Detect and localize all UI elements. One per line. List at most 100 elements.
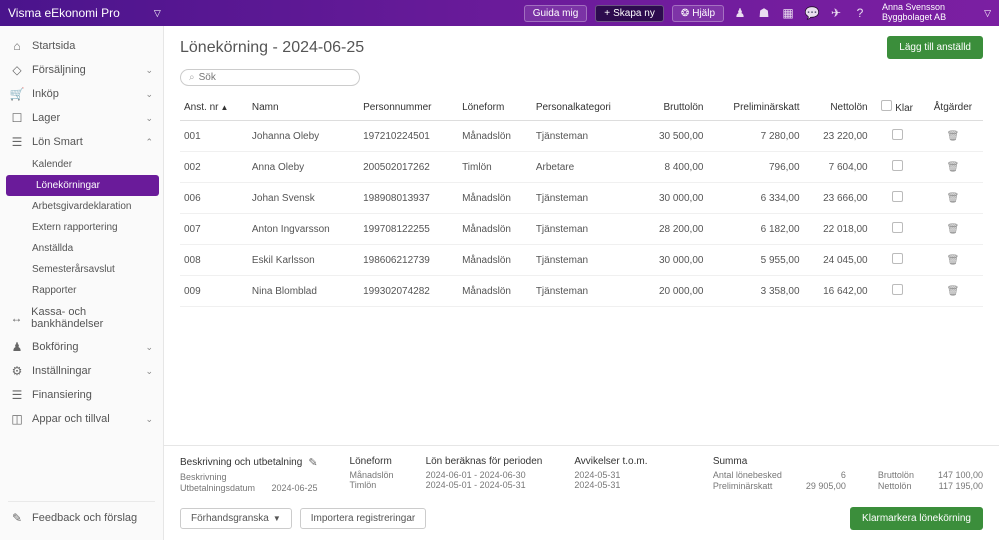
sidebar-sub-lonekorningar[interactable]: Lönekörningar [6,175,159,196]
trash-icon[interactable]: 🗑 [947,193,960,204]
user-block[interactable]: Anna Svensson Byggbolaget AB [876,3,946,23]
col-namn[interactable]: Namn [248,94,359,121]
add-employee-button[interactable]: Lägg till anställd [887,36,983,59]
col-bruttolon[interactable]: Bruttolön [639,94,707,121]
col-personalkategori[interactable]: Personalkategori [532,94,640,121]
col-personnummer[interactable]: Personnummer [359,94,458,121]
sidebar-item-finansiering[interactable]: ☰Finansiering [0,383,163,407]
sidebar: ⌂Startsida ◇Försäljning⌄ 🛒Inköp⌄ ☐Lager⌄… [0,26,164,540]
chat-icon[interactable]: 💬 [804,5,820,21]
chevron-down-icon: ⌄ [145,65,153,76]
sidebar-item-startsida[interactable]: ⌂Startsida [0,34,163,58]
employee-table: Anst. nr▲ Namn Personnummer Löneform Per… [180,94,983,307]
sidebar-item-lager[interactable]: ☐Lager⌄ [0,106,163,130]
home-icon: ⌂ [10,39,24,53]
checkbox[interactable] [892,191,903,202]
checkbox[interactable] [892,129,903,140]
checkbox[interactable] [892,160,903,171]
coins-icon: ☰ [10,388,24,402]
trash-icon[interactable]: 🗑 [947,255,960,266]
table-row[interactable]: 008 Eskil Karlsson 198606212739 Månadslö… [180,245,983,276]
guide-button[interactable]: Guida mig [524,5,588,22]
search-icon: ⌕ [189,72,195,83]
sidebar-item-inkop[interactable]: 🛒Inköp⌄ [0,82,163,106]
user-company: Byggbolaget AB [882,13,946,23]
apps-icon: ◫ [10,412,24,426]
sidebar-item-kassa[interactable]: ↔Kassa- och bankhändelser [0,301,163,335]
help-button[interactable]: ❂Hjälp [672,5,724,22]
import-button[interactable]: Importera registreringar [300,508,426,529]
sidebar-item-feedback[interactable]: ✎Feedback och förslag [0,506,163,530]
sidebar-item-forsaljning[interactable]: ◇Försäljning⌄ [0,58,163,82]
sidebar-sub-semester[interactable]: Semesterårsavslut [2,259,163,280]
table-row[interactable]: 009 Nina Blomblad 199302074282 Månadslön… [180,276,983,307]
calendar-icon[interactable]: ▦ [780,5,796,21]
table-row[interactable]: 007 Anton Ingvarsson 199708122255 Månads… [180,214,983,245]
checkbox[interactable] [892,253,903,264]
search-box[interactable]: ⌕ [180,69,360,86]
sidebar-item-bokforing[interactable]: ♟Bokföring⌄ [0,335,163,359]
search-input[interactable] [199,72,351,83]
desc-label: Beskrivning [180,472,318,482]
sidebar-sub-rapporter[interactable]: Rapporter [2,280,163,301]
box-icon: ☐ [10,111,24,125]
chevron-down-icon: ▽ [984,8,991,19]
footer-info: Beskrivning och utbetalning ✎ Beskrivnin… [164,445,999,502]
payroll-icon: ☰ [10,135,24,149]
col-klar[interactable]: Klar [872,94,923,121]
sidebar-sub-kalender[interactable]: Kalender [2,154,163,175]
table-row[interactable]: 006 Johan Svensk 198908013937 Månadslön … [180,183,983,214]
trash-icon[interactable]: 🗑 [947,286,960,297]
topbar: Visma eEkonomi Pro ▽ Guida mig +Skapa ny… [0,0,999,26]
company-icon[interactable]: ☗ [756,5,772,21]
sort-asc-icon: ▲ [220,103,228,112]
sidebar-item-appar[interactable]: ◫Appar och tillval⌄ [0,407,163,431]
footer-actions: Förhandsgranska ▼ Importera registrering… [164,501,999,540]
table-row[interactable]: 001 Johanna Oleby 197210224501 Månadslön… [180,121,983,152]
chevron-up-icon: ⌃ [145,137,153,148]
sidebar-sub-extern[interactable]: Extern rapportering [2,217,163,238]
gear-icon: ⚙ [10,364,24,378]
brand[interactable]: Visma eEkonomi Pro ▽ [8,6,161,20]
klarmarkera-button[interactable]: Klarmarkera lönekörning [850,507,983,530]
checkbox[interactable] [881,100,892,111]
chevron-down-icon: ▽ [154,8,161,19]
lifebuoy-icon: ❂ [681,8,689,19]
chevron-down-icon: ⌄ [145,414,153,425]
users-icon[interactable]: ♟ [732,5,748,21]
trash-icon[interactable]: 🗑 [947,224,960,235]
question-icon[interactable]: ? [852,5,868,21]
trash-icon[interactable]: 🗑 [947,162,960,173]
page-title: Lönekörning - 2024-06-25 [180,39,364,57]
bank-icon: ↔ [10,311,23,325]
rocket-icon[interactable]: ✈ [828,5,844,21]
table-row[interactable]: 002 Anna Oleby 200502017262 Timlön Arbet… [180,152,983,183]
comment-icon: ✎ [10,511,24,525]
sidebar-sub-arbetsgivar[interactable]: Arbetsgivardeklaration [2,196,163,217]
tag-icon: ◇ [10,63,24,77]
chevron-down-icon: ⌄ [145,342,153,353]
book-icon: ♟ [10,340,24,354]
pay-label: Utbetalningsdatum [180,482,255,496]
cart-icon: 🛒 [10,87,24,101]
checkbox[interactable] [892,284,903,295]
preview-button[interactable]: Förhandsgranska ▼ [180,508,292,529]
pencil-icon[interactable]: ✎ [308,456,317,469]
col-anst-nr[interactable]: Anst. nr▲ [180,94,248,121]
chevron-down-icon: ▼ [273,514,281,523]
col-prelskatt[interactable]: Preliminärskatt [707,94,803,121]
sidebar-sub-anstallda[interactable]: Anställda [2,238,163,259]
sidebar-item-installningar[interactable]: ⚙Inställningar⌄ [0,359,163,383]
col-nettolon[interactable]: Nettolön [804,94,872,121]
pay-date: 2024-06-25 [271,482,317,496]
main-content: Lönekörning - 2024-06-25 Lägg till anstä… [164,26,999,540]
trash-icon[interactable]: 🗑 [947,131,960,142]
sidebar-sub-lon: Kalender Lönekörningar Arbetsgivardeklar… [2,154,163,301]
col-loneform[interactable]: Löneform [458,94,532,121]
chevron-down-icon: ⌄ [145,366,153,377]
plus-icon: + [604,8,610,19]
checkbox[interactable] [892,222,903,233]
sidebar-item-lon-smart[interactable]: ☰Lön Smart⌃ [0,130,163,154]
col-atgarder: Åtgärder [923,94,983,121]
create-button[interactable]: +Skapa ny [595,5,664,22]
